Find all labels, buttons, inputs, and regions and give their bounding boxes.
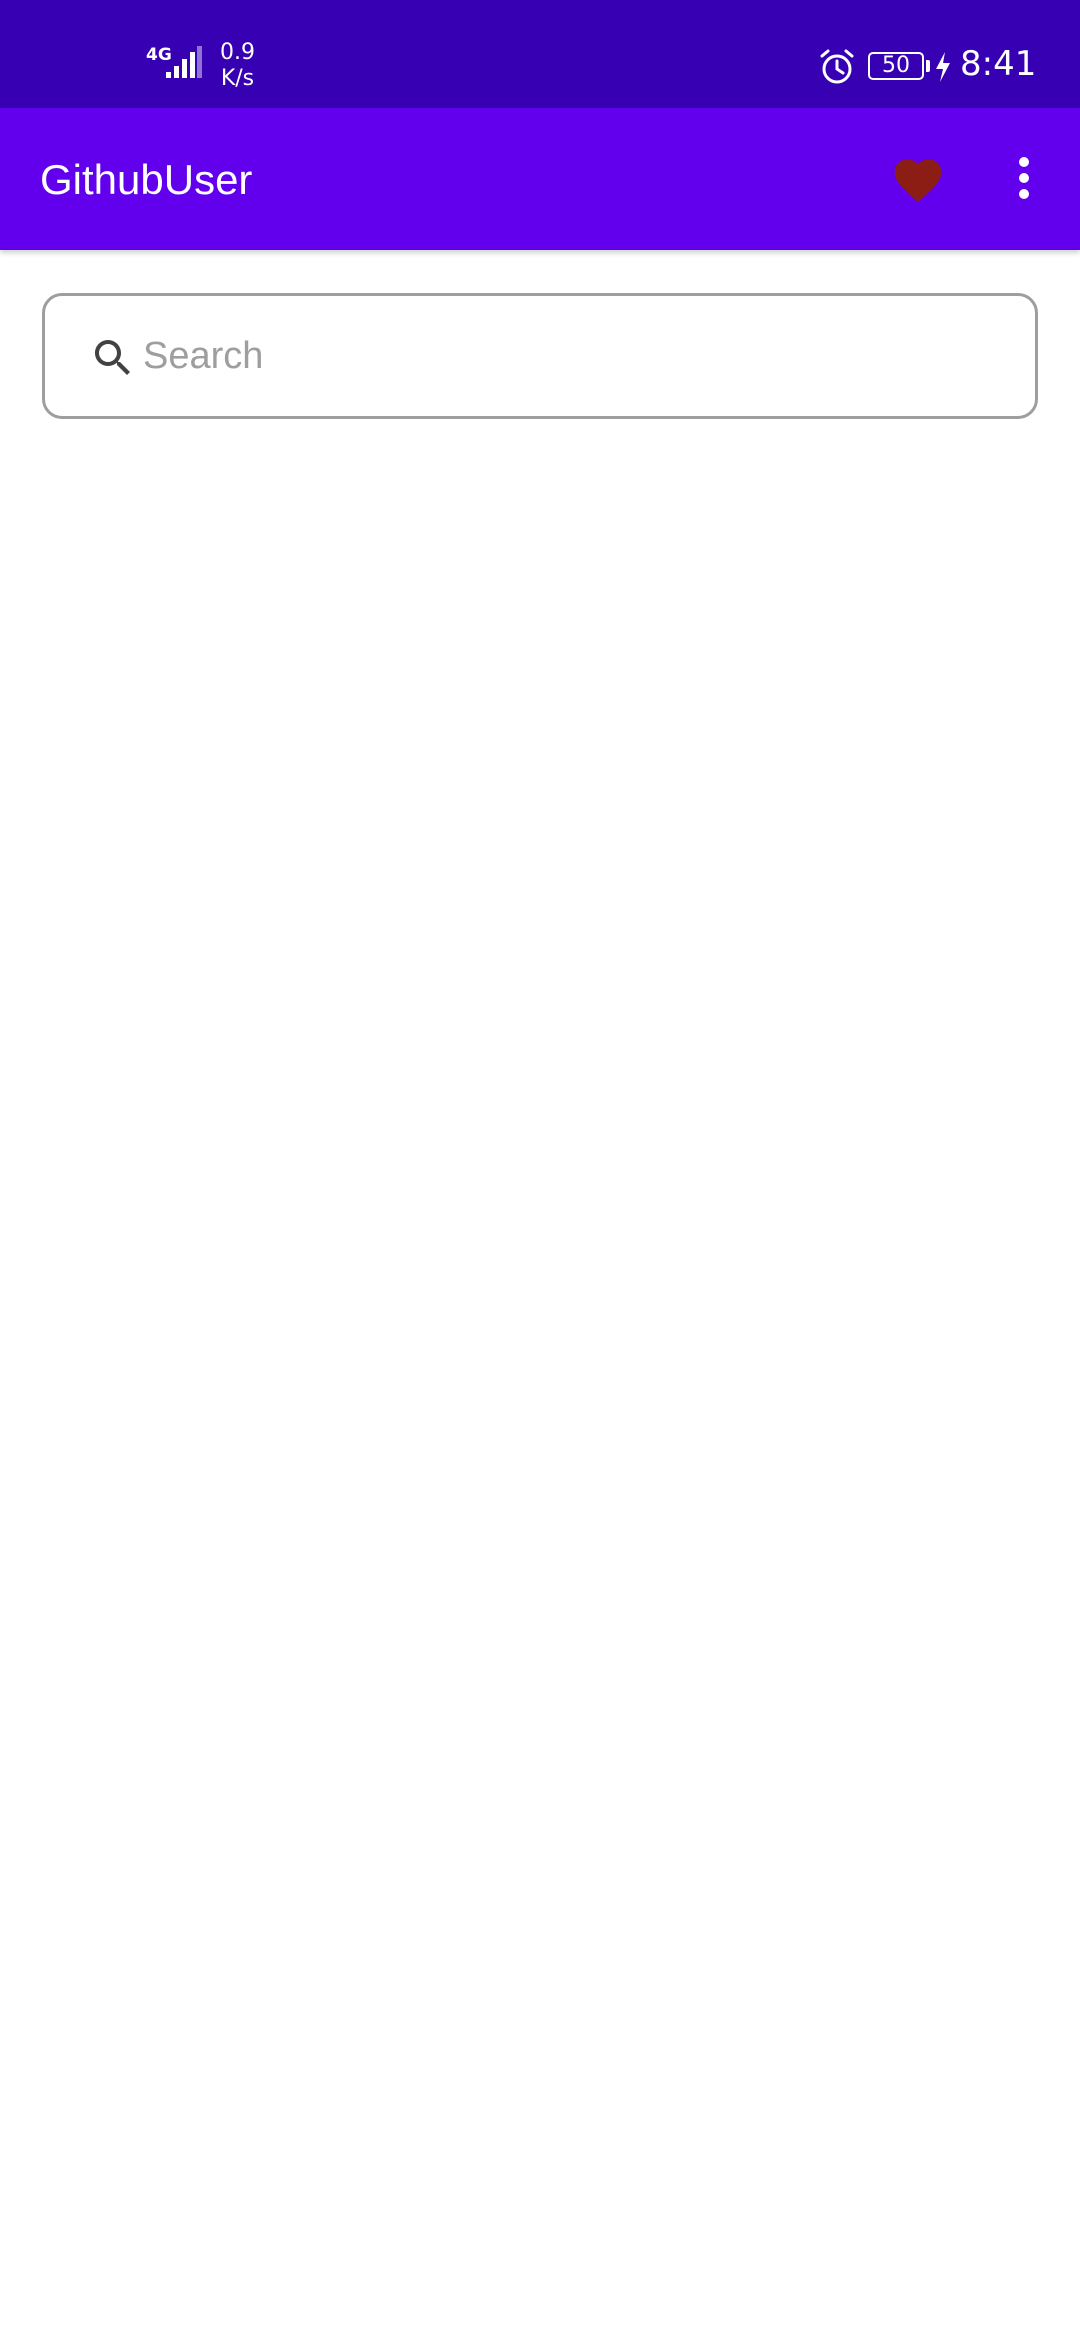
more-options-button[interactable] xyxy=(1000,140,1048,216)
search-bar[interactable] xyxy=(42,293,1038,419)
app-bar: GithubUser xyxy=(0,108,1080,250)
search-icon xyxy=(95,340,130,375)
battery-icon: 50 xyxy=(868,52,924,80)
network-speed: 0.9 K/s xyxy=(220,40,255,92)
alarm-icon xyxy=(820,49,854,84)
more-vert-icon xyxy=(1019,157,1029,199)
app-title: GithubUser xyxy=(40,156,253,203)
status-bar: 4G 0.9 K/s 50 8:41 xyxy=(0,0,1080,108)
heart-icon xyxy=(894,159,942,203)
search-input[interactable] xyxy=(143,316,1003,396)
battery-nub xyxy=(926,60,930,72)
signal-icon xyxy=(166,46,202,78)
favorites-button[interactable] xyxy=(880,140,956,216)
speed-unit: K/s xyxy=(220,66,255,91)
speed-value: 0.9 xyxy=(220,40,255,65)
charging-bolt-icon xyxy=(936,52,950,82)
clock: 8:41 xyxy=(960,44,1037,84)
